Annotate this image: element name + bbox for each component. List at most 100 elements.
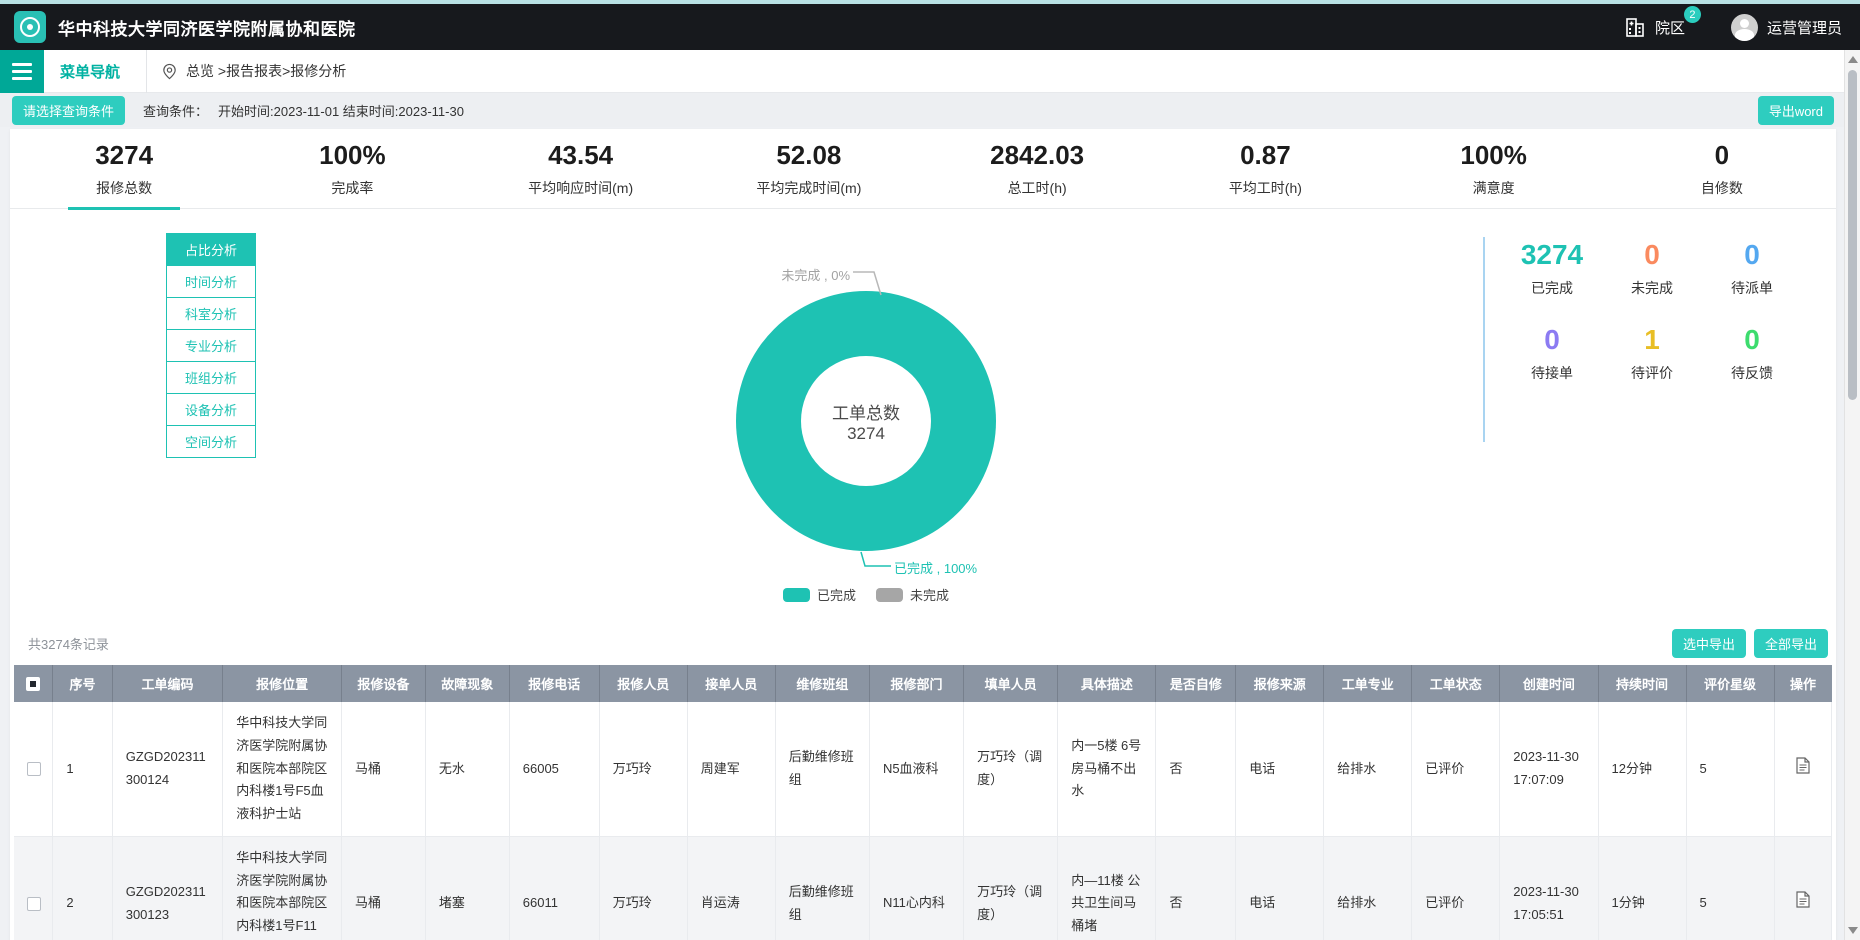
row-action-cell — [1774, 702, 1832, 836]
analysis-tab-6[interactable]: 设备分析 — [166, 393, 256, 426]
cell-创建时间: 2023-11-30 17:05:51 — [1500, 836, 1598, 940]
cell-是否自修: 否 — [1156, 702, 1236, 836]
donut-center-label: 工单总数 3274 — [736, 291, 996, 551]
row-checkbox[interactable] — [27, 897, 41, 911]
legend-swatch — [876, 588, 903, 602]
cell-序号: 1 — [53, 702, 112, 836]
chart-area: 占比分析时间分析科室分析专业分析班组分析设备分析空间分析 工单总数 3274 未… — [10, 209, 1836, 621]
cell-工单状态: 已评价 — [1412, 702, 1500, 836]
stat-tab-5[interactable]: 2842.03 总工时(h) — [923, 129, 1151, 208]
work-order-table-wrap: 序号工单编码报修位置报修设备故障现象报修电话报修人员接单人员维修班组报修部门填单… — [10, 665, 1836, 940]
vertical-scrollbar[interactable] — [1844, 50, 1860, 940]
cell-工单编码: GZGD202311300123 — [112, 836, 223, 940]
cell-维修班组: 后勤维修班组 — [775, 702, 869, 836]
stat-tab-3[interactable]: 43.54平均响应时间(m) — [467, 129, 695, 208]
stat-label: 平均工时(h) — [1229, 178, 1302, 198]
query-bar: 请选择查询条件 查询条件： 开始时间:2023-11-01 结束时间:2023-… — [0, 93, 1860, 127]
summary-item-5: 1待评价 — [1602, 324, 1702, 383]
column-header-具体描述: 具体描述 — [1058, 665, 1156, 702]
menu-nav-label[interactable]: 菜单导航 — [60, 61, 120, 82]
analysis-tab-5[interactable]: 班组分析 — [166, 361, 256, 394]
scrollbar-thumb[interactable] — [1848, 70, 1857, 400]
export-word-button[interactable]: 导出word — [1758, 96, 1834, 125]
nav-separator — [146, 50, 147, 93]
legend-label: 已完成 — [817, 585, 856, 604]
document-icon[interactable] — [1796, 891, 1810, 908]
summary-value: 0 — [1602, 239, 1702, 271]
stat-tab-8[interactable]: 0 自修数 — [1608, 129, 1836, 208]
cell-报修来源: 电话 — [1236, 702, 1324, 836]
stat-tab-7[interactable]: 100%满意度 — [1380, 129, 1608, 208]
analysis-tab-column: 占比分析时间分析科室分析专业分析班组分析设备分析空间分析 — [166, 233, 256, 458]
legend-item-2[interactable]: 未完成 — [876, 585, 949, 604]
stat-value: 100% — [319, 140, 386, 171]
summary-value: 0 — [1702, 324, 1802, 356]
select-query-conditions-button[interactable]: 请选择查询条件 — [12, 96, 125, 125]
stat-label: 总工时(h) — [1008, 178, 1067, 198]
analysis-tab-1[interactable]: 占比分析 — [166, 233, 256, 266]
stat-tab-2[interactable]: 100%完成率 — [238, 129, 466, 208]
cell-工单状态: 已评价 — [1412, 836, 1500, 940]
stat-value: 43.54 — [548, 140, 613, 171]
summary-value: 1 — [1602, 324, 1702, 356]
column-header-操作: 操作 — [1774, 665, 1832, 702]
donut-center-title: 工单总数 — [832, 399, 900, 424]
campus-label: 院区 — [1655, 17, 1685, 38]
stat-label: 报修总数 — [96, 178, 152, 198]
analysis-tab-2[interactable]: 时间分析 — [166, 265, 256, 298]
donut-center-value: 3274 — [847, 424, 885, 444]
cell-故障现象: 堵塞 — [425, 836, 509, 940]
column-header-工单专业: 工单专业 — [1324, 665, 1412, 702]
stat-value: 100% — [1460, 140, 1527, 171]
analysis-tab-7[interactable]: 空间分析 — [166, 425, 256, 458]
header-select-all[interactable] — [14, 665, 53, 702]
document-icon[interactable] — [1796, 757, 1810, 774]
stat-value: 0 — [1715, 140, 1729, 171]
menu-toggle-button[interactable] — [0, 50, 44, 93]
summary-item-6: 0待反馈 — [1702, 324, 1802, 383]
column-header-报修部门: 报修部门 — [869, 665, 963, 702]
stat-tab-4[interactable]: 52.08平均完成时间(m) — [695, 129, 923, 208]
column-header-工单状态: 工单状态 — [1412, 665, 1500, 702]
campus-switcher[interactable]: 院区 2 — [1623, 15, 1685, 39]
summary-item-1: 3274已完成 — [1502, 239, 1602, 298]
analysis-tab-4[interactable]: 专业分析 — [166, 329, 256, 362]
column-header-工单编码: 工单编码 — [112, 665, 223, 702]
stat-tab-6[interactable]: 0.87平均工时(h) — [1151, 129, 1379, 208]
export-selected-button[interactable]: 选中导出 — [1672, 629, 1746, 658]
cell-具体描述: 内一5楼 6号房马桶不出水 — [1058, 702, 1156, 836]
app-screen: 华中科技大学同济医学院附属协和医院 院区 2 运营管理员 菜单导航 — [0, 0, 1860, 940]
cell-填单人员: 万巧玲（调度） — [964, 702, 1058, 836]
cell-报修设备: 马桶 — [341, 836, 425, 940]
cell-持续时间: 1分钟 — [1598, 836, 1686, 940]
location-pin-icon — [161, 63, 178, 80]
column-header-故障现象: 故障现象 — [425, 665, 509, 702]
column-header-是否自修: 是否自修 — [1156, 665, 1236, 702]
summary-panel: 3274已完成0未完成0待派单0待接单1待评价0待反馈 — [1502, 239, 1802, 383]
cell-报修电话: 66005 — [509, 702, 599, 836]
stat-value: 52.08 — [776, 140, 841, 171]
scroll-up-arrow[interactable] — [1848, 56, 1858, 63]
cell-报修电话: 66011 — [509, 836, 599, 940]
stat-tab-1[interactable]: 3274报修总数 — [10, 129, 238, 208]
stat-value: 2842.03 — [990, 140, 1084, 171]
select-all-checkbox[interactable] — [26, 677, 40, 691]
cell-接单人员: 周建军 — [687, 702, 775, 836]
cell-接单人员: 肖运涛 — [687, 836, 775, 940]
cell-持续时间: 12分钟 — [1598, 702, 1686, 836]
hospital-logo-emblem — [20, 17, 40, 37]
analysis-tab-3[interactable]: 科室分析 — [166, 297, 256, 330]
records-count: 共3274条记录 — [28, 634, 109, 653]
work-order-table: 序号工单编码报修位置报修设备故障现象报修电话报修人员接单人员维修班组报修部门填单… — [14, 665, 1832, 940]
scroll-down-arrow[interactable] — [1848, 927, 1858, 934]
row-checkbox[interactable] — [27, 762, 41, 776]
hospital-logo — [14, 11, 46, 43]
user-menu[interactable]: 运营管理员 — [1731, 14, 1842, 41]
cell-报修人员: 万巧玲 — [599, 702, 687, 836]
export-all-button[interactable]: 全部导出 — [1754, 629, 1828, 658]
summary-value: 0 — [1502, 324, 1602, 356]
summary-item-4: 0待接单 — [1502, 324, 1602, 383]
legend-item-1[interactable]: 已完成 — [783, 585, 856, 604]
records-bar: 共3274条记录 选中导出 全部导出 — [10, 621, 1836, 665]
stat-label: 自修数 — [1701, 178, 1743, 198]
